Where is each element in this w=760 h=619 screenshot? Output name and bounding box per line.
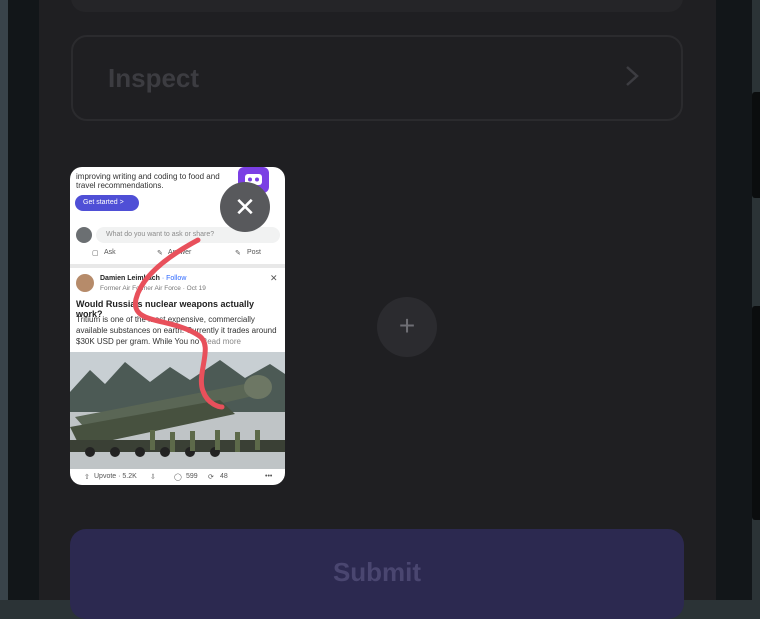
author-name-text: Damien Leimbach [100, 275, 160, 282]
upvote-icon[interactable]: ⇧ [84, 473, 90, 481]
chevron-right-icon [625, 65, 639, 94]
share-icon[interactable]: ⟳ [208, 473, 214, 481]
share-count[interactable]: 48 [220, 473, 228, 480]
question-body-text: Tritium is one of the most expensive, co… [76, 315, 277, 346]
divider [70, 264, 285, 268]
avatar [76, 227, 92, 243]
add-image-button[interactable]: + [377, 297, 437, 357]
missile-photo [70, 352, 285, 469]
post-icon: ✎ [235, 250, 241, 257]
ask-icon: ▢ [92, 250, 99, 257]
device-edge [0, 0, 8, 600]
close-icon[interactable]: ✕ [220, 182, 270, 232]
answer-action[interactable]: Answer [168, 249, 191, 256]
get-started-button[interactable]: Get started > [75, 195, 139, 211]
more-icon[interactable]: ••• [265, 473, 272, 480]
follow-link[interactable]: · Follow [160, 275, 187, 282]
author-avatar [76, 274, 94, 292]
author-name[interactable]: Damien Leimbach · Follow [100, 275, 186, 282]
previous-card [71, 0, 683, 12]
action-bar: ▢ Ask ✎ Answer ✎ Post [70, 249, 285, 263]
dismiss-post-icon[interactable]: ✕ [270, 273, 278, 284]
downvote-icon[interactable]: ⇩ [150, 473, 156, 481]
comment-count[interactable]: 599 [186, 473, 198, 480]
read-more-link[interactable]: Read more [201, 337, 241, 346]
question-body: Tritium is one of the most expensive, co… [76, 314, 282, 347]
inspect-label: Inspect [108, 63, 200, 93]
post-action[interactable]: Post [247, 249, 261, 256]
answer-icon: ✎ [157, 250, 163, 257]
submit-label: Submit [332, 557, 422, 587]
side-button-lower [752, 306, 760, 520]
promo-text-line2: travel recommendations. [76, 181, 164, 190]
author-credential: Former Air Former Air Force · Oct 19 [100, 285, 206, 292]
upvote-count[interactable]: Upvote · 5.2K [94, 473, 137, 480]
inspect-button[interactable]: Inspect [71, 35, 683, 121]
comment-icon[interactable]: ◯ [174, 473, 182, 481]
ask-action[interactable]: Ask [104, 249, 116, 256]
post-footer: ⇧ Upvote · 5.2K ⇩ ◯ 599 ⟳ 48 ••• [70, 469, 285, 485]
submit-button[interactable]: Submit [70, 529, 684, 619]
side-button-upper [752, 92, 760, 198]
